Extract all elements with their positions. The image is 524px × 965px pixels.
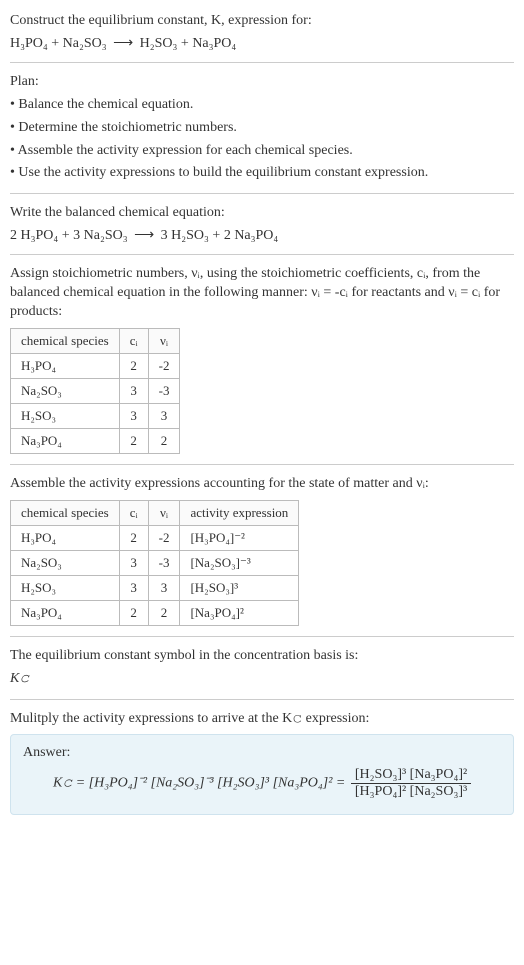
- answer-lhs: K𝚌 = [H₃PO₄]⁻² [Na₂SO₃]⁻³ [H₂SO₃]³ [Na₃P…: [53, 776, 345, 791]
- cell-nui: -2: [148, 353, 180, 378]
- cell-activity: [H₃PO₄]⁻²: [180, 525, 299, 550]
- answer-box: Answer: K𝚌 = [H₃PO₄]⁻² [Na₂SO₃]⁻³ [H₂SO₃…: [10, 734, 514, 815]
- cell-species: Na₂SO₃: [11, 550, 120, 575]
- title-equation: H₃PO₄ + Na₂SO₃ ⟶ H₂SO₃ + Na₃PO₄: [10, 35, 514, 52]
- arrow-icon: ⟶: [110, 35, 136, 52]
- table-row: H₂SO₃ 3 3 [H₂SO₃]³: [11, 575, 299, 600]
- eqn-left: H₃PO₄ + Na₂SO₃: [10, 36, 107, 51]
- answer-label: Answer:: [23, 745, 501, 761]
- answer-denominator: [H₃PO₄]² [Na₂SO₃]³: [351, 784, 471, 800]
- cell-activity: [H₂SO₃]³: [180, 575, 299, 600]
- cell-nui: -3: [148, 550, 180, 575]
- divider: [10, 464, 514, 465]
- divider: [10, 699, 514, 700]
- cell-species: H₂SO₃: [11, 575, 120, 600]
- cell-ci: 2: [119, 353, 148, 378]
- symbol-text: The equilibrium constant symbol in the c…: [10, 647, 514, 666]
- cell-nui: 3: [148, 403, 180, 428]
- plan-item: • Assemble the activity expression for e…: [10, 142, 514, 161]
- table-row: Na₂SO₃ 3 -3 [Na₂SO₃]⁻³: [11, 550, 299, 575]
- balanced-left: 2 H₃PO₄ + 3 Na₂SO₃: [10, 228, 128, 243]
- answer-numerator: [H₂SO₃]³ [Na₃PO₄]²: [351, 767, 471, 784]
- divider: [10, 254, 514, 255]
- divider: [10, 62, 514, 63]
- assign-text: Assign stoichiometric numbers, νᵢ, using…: [10, 265, 514, 322]
- cell-nui: 3: [148, 575, 180, 600]
- multiply-text: Mulitply the activity expressions to arr…: [10, 710, 514, 729]
- divider: [10, 193, 514, 194]
- cell-species: Na₃PO₄: [11, 600, 120, 625]
- cell-ci: 3: [119, 403, 148, 428]
- cell-nui: -2: [148, 525, 180, 550]
- col-header: cᵢ: [119, 328, 148, 353]
- col-header: activity expression: [180, 500, 299, 525]
- divider: [10, 636, 514, 637]
- table-row: H₂SO₃ 3 3: [11, 403, 180, 428]
- balanced-right: 3 H₂SO₃ + 2 Na₃PO₄: [161, 228, 279, 243]
- plan-item: • Balance the chemical equation.: [10, 96, 514, 115]
- plan-header: Plan:: [10, 73, 514, 92]
- assemble-text: Assemble the activity expressions accoun…: [10, 475, 514, 494]
- table-row: H₃PO₄ 2 -2 [H₃PO₄]⁻²: [11, 525, 299, 550]
- balanced-equation: 2 H₃PO₄ + 3 Na₂SO₃ ⟶ 3 H₂SO₃ + 2 Na₃PO₄: [10, 227, 514, 244]
- answer-fraction: [H₂SO₃]³ [Na₃PO₄]² [H₃PO₄]² [Na₂SO₃]³: [351, 767, 471, 800]
- col-header: νᵢ: [148, 500, 180, 525]
- eqn-right: H₂SO₃ + Na₃PO₄: [140, 36, 237, 51]
- table-header-row: chemical species cᵢ νᵢ activity expressi…: [11, 500, 299, 525]
- cell-nui: -3: [148, 378, 180, 403]
- cell-ci: 2: [119, 600, 148, 625]
- col-header: chemical species: [11, 500, 120, 525]
- table-row: Na₃PO₄ 2 2: [11, 428, 180, 453]
- title-line: Construct the equilibrium constant, K, e…: [10, 12, 514, 31]
- cell-species: H₂SO₃: [11, 403, 120, 428]
- cell-species: Na₂SO₃: [11, 378, 120, 403]
- stoich-table-1: chemical species cᵢ νᵢ H₃PO₄ 2 -2 Na₂SO₃…: [10, 328, 180, 454]
- table-header-row: chemical species cᵢ νᵢ: [11, 328, 180, 353]
- activity-table: chemical species cᵢ νᵢ activity expressi…: [10, 500, 299, 626]
- cell-nui: 2: [148, 428, 180, 453]
- table-row: Na₃PO₄ 2 2 [Na₃PO₄]²: [11, 600, 299, 625]
- cell-species: Na₃PO₄: [11, 428, 120, 453]
- document-root: Construct the equilibrium constant, K, e…: [0, 0, 524, 823]
- cell-ci: 3: [119, 575, 148, 600]
- table-row: H₃PO₄ 2 -2: [11, 353, 180, 378]
- cell-ci: 2: [119, 525, 148, 550]
- cell-species: H₃PO₄: [11, 525, 120, 550]
- cell-activity: [Na₃PO₄]²: [180, 600, 299, 625]
- title-text: Construct the equilibrium constant, K, e…: [10, 13, 312, 28]
- col-header: cᵢ: [119, 500, 148, 525]
- cell-nui: 2: [148, 600, 180, 625]
- table-row: Na₂SO₃ 3 -3: [11, 378, 180, 403]
- plan-item: • Use the activity expressions to build …: [10, 164, 514, 183]
- cell-species: H₃PO₄: [11, 353, 120, 378]
- col-header: νᵢ: [148, 328, 180, 353]
- col-header: chemical species: [11, 328, 120, 353]
- cell-ci: 3: [119, 378, 148, 403]
- answer-expression: K𝚌 = [H₃PO₄]⁻² [Na₂SO₃]⁻³ [H₂SO₃]³ [Na₃P…: [23, 767, 501, 800]
- balanced-intro: Write the balanced chemical equation:: [10, 204, 514, 223]
- plan-item: • Determine the stoichiometric numbers.: [10, 119, 514, 138]
- cell-ci: 3: [119, 550, 148, 575]
- arrow-icon: ⟶: [131, 227, 157, 244]
- cell-activity: [Na₂SO₃]⁻³: [180, 550, 299, 575]
- symbol-value: K𝚌: [10, 670, 514, 689]
- cell-ci: 2: [119, 428, 148, 453]
